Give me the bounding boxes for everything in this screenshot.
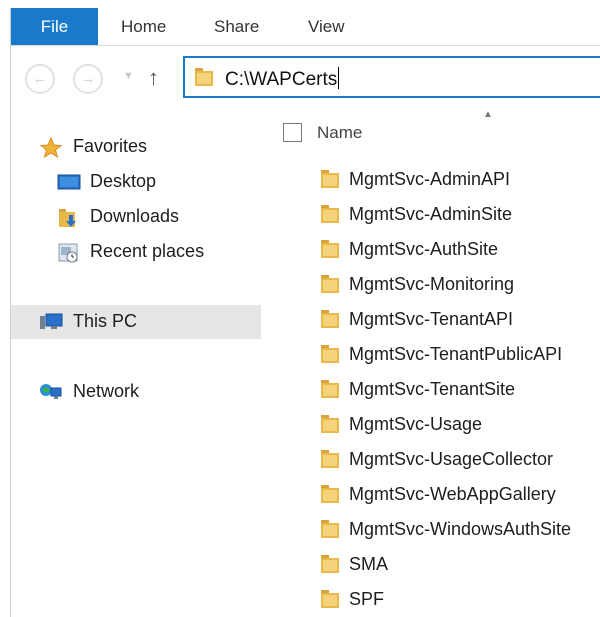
nav-item-label: Favorites <box>73 136 148 156</box>
list-item[interactable]: MgmtSvc-TenantAPI <box>261 302 600 337</box>
downloads-icon <box>57 206 79 228</box>
address-bar[interactable]: C:\WAPCerts <box>183 56 600 98</box>
folder-name: MgmtSvc-WindowsAuthSite <box>349 519 572 539</box>
folder-icon <box>193 66 215 93</box>
list-item[interactable]: SPF <box>261 582 600 617</box>
tab-view[interactable]: View <box>298 8 355 45</box>
list-item[interactable]: MgmtSvc-Monitoring <box>261 267 600 302</box>
folder-name: MgmtSvc-Monitoring <box>349 274 515 294</box>
folder-icon <box>319 448 341 475</box>
folder-icon <box>319 308 341 335</box>
folder-icon <box>319 483 341 510</box>
text-cursor <box>338 67 340 89</box>
forward-button[interactable]: → <box>73 64 103 94</box>
nav-item-this-pc[interactable]: This PC <box>11 305 261 339</box>
tab-file[interactable]: File <box>11 8 98 45</box>
desktop-icon <box>57 171 81 193</box>
back-button[interactable]: ← <box>25 64 55 94</box>
nav-item-desktop[interactable]: Desktop <box>11 165 261 199</box>
folder-name: MgmtSvc-TenantAPI <box>349 309 514 329</box>
nav-item-label: Recent places <box>90 241 205 261</box>
address-path-text: C:\WAPCerts <box>225 69 338 90</box>
nav-item-label: Desktop <box>90 171 157 191</box>
folder-icon <box>319 203 341 230</box>
list-item[interactable]: MgmtSvc-WebAppGallery <box>261 477 600 512</box>
folder-icon <box>319 553 341 580</box>
navigation-pane: Favorites Desktop Downloads Recent place… <box>11 104 261 617</box>
star-icon <box>39 136 63 159</box>
list-item[interactable]: MgmtSvc-AuthSite <box>261 232 600 267</box>
recent-places-icon <box>57 241 79 263</box>
sort-ascending-icon: ▲ <box>483 109 493 120</box>
list-item[interactable]: MgmtSvc-WindowsAuthSite <box>261 512 600 547</box>
list-item[interactable]: MgmtSvc-Usage <box>261 407 600 442</box>
list-item[interactable]: MgmtSvc-TenantPublicAPI <box>261 337 600 372</box>
list-item[interactable]: MgmtSvc-TenantSite <box>261 372 600 407</box>
recent-locations-dropdown[interactable]: ▼ <box>123 70 134 82</box>
file-list: ▲ Name MgmtSvc-AdminAPI MgmtSvc-AdminSite… <box>261 104 600 617</box>
tab-share[interactable]: Share <box>204 8 269 45</box>
list-item[interactable]: SMA <box>261 547 600 582</box>
select-all-checkbox[interactable] <box>283 123 302 142</box>
folder-name: MgmtSvc-AdminSite <box>349 204 513 224</box>
folder-name: MgmtSvc-Usage <box>349 414 483 434</box>
up-arrow-icon: ↑ <box>148 65 159 90</box>
name-column-header[interactable]: Name <box>317 123 362 143</box>
folder-icon <box>319 273 341 300</box>
folder-name: SMA <box>349 554 389 574</box>
nav-item-label: Network <box>73 381 140 401</box>
network-icon <box>39 381 62 403</box>
chevron-down-icon: ▼ <box>123 70 134 82</box>
folder-name: MgmtSvc-AdminAPI <box>349 169 511 189</box>
folder-icon <box>319 168 341 195</box>
nav-item-label: This PC <box>73 311 138 331</box>
navigation-bar: ← → ▼ ↑ C:\WAPCerts <box>11 46 600 104</box>
folder-icon <box>319 378 341 405</box>
folder-icon <box>319 413 341 440</box>
folder-name: MgmtSvc-UsageCollector <box>349 449 554 469</box>
list-item[interactable]: MgmtSvc-AdminAPI <box>261 162 600 197</box>
folder-icon <box>319 343 341 370</box>
folder-icon <box>319 238 341 265</box>
folder-name: MgmtSvc-AuthSite <box>349 239 499 259</box>
nav-item-network[interactable]: Network <box>11 375 261 409</box>
nav-item-label: Downloads <box>90 206 180 226</box>
up-button[interactable]: ↑ <box>148 65 159 91</box>
nav-item-downloads[interactable]: Downloads <box>11 200 261 234</box>
ribbon-tabs: File Home Share View <box>11 8 600 46</box>
explorer-window: File Home Share View ← → ▼ ↑ C:\WAPCerts… <box>10 8 600 617</box>
folder-icon <box>319 588 341 615</box>
back-arrow-icon: ← <box>32 70 48 87</box>
list-item[interactable]: MgmtSvc-AdminSite <box>261 197 600 232</box>
address-input[interactable]: C:\WAPCerts <box>225 67 340 91</box>
folder-name: MgmtSvc-TenantSite <box>349 379 516 399</box>
folder-name: MgmtSvc-TenantPublicAPI <box>349 344 563 364</box>
folder-name: SPF <box>349 589 385 609</box>
tab-home[interactable]: Home <box>111 8 176 45</box>
forward-arrow-icon: → <box>80 70 96 87</box>
folder-name: MgmtSvc-WebAppGallery <box>349 484 556 504</box>
computer-icon <box>39 311 63 333</box>
column-header: ▲ Name <box>261 104 600 154</box>
list-item[interactable]: MgmtSvc-UsageCollector <box>261 442 600 477</box>
nav-item-recent-places[interactable]: Recent places <box>11 235 261 269</box>
folder-icon <box>319 518 341 545</box>
nav-item-favorites[interactable]: Favorites <box>11 130 261 164</box>
